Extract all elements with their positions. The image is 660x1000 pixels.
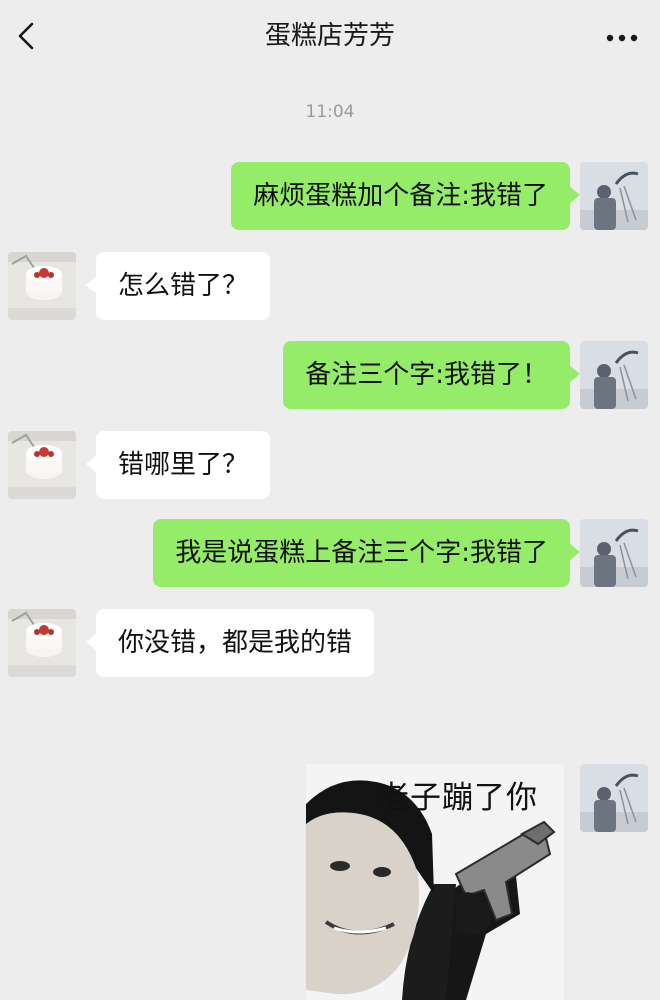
- message-bubble-outgoing[interactable]: 备注三个字:我错了！: [283, 341, 580, 409]
- message-bubble-outgoing[interactable]: 我是说蛋糕上备注三个字:我错了: [153, 519, 580, 587]
- message-bubble-incoming[interactable]: 怎么错了？: [85, 252, 271, 320]
- chat-title: 蛋糕店芳芳: [264, 21, 395, 51]
- my-avatar[interactable]: [580, 519, 648, 587]
- my-avatar[interactable]: [580, 162, 648, 230]
- contact-avatar[interactable]: [8, 609, 76, 677]
- my-avatar[interactable]: [580, 764, 648, 832]
- message-bubble-incoming[interactable]: 错哪里了？: [85, 431, 271, 499]
- sticker-caption: 老子蹦了你: [378, 780, 538, 816]
- more-dots-icon: [606, 34, 638, 42]
- back-button[interactable]: [6, 14, 46, 58]
- chat-header: 蛋糕店芳芳: [0, 0, 660, 78]
- message-timestamp: 11:04: [305, 102, 355, 122]
- message-bubble-outgoing[interactable]: 麻烦蛋糕加个备注:我错了: [231, 162, 580, 230]
- more-button[interactable]: [600, 18, 644, 58]
- contact-avatar[interactable]: [8, 252, 76, 320]
- my-avatar[interactable]: [580, 341, 648, 409]
- sticker-message[interactable]: 老子蹦了你: [306, 764, 564, 1000]
- message-bubble-incoming[interactable]: 你没错，都是我的错: [85, 609, 375, 677]
- chevron-left-icon: [18, 22, 34, 50]
- contact-avatar[interactable]: [8, 431, 76, 499]
